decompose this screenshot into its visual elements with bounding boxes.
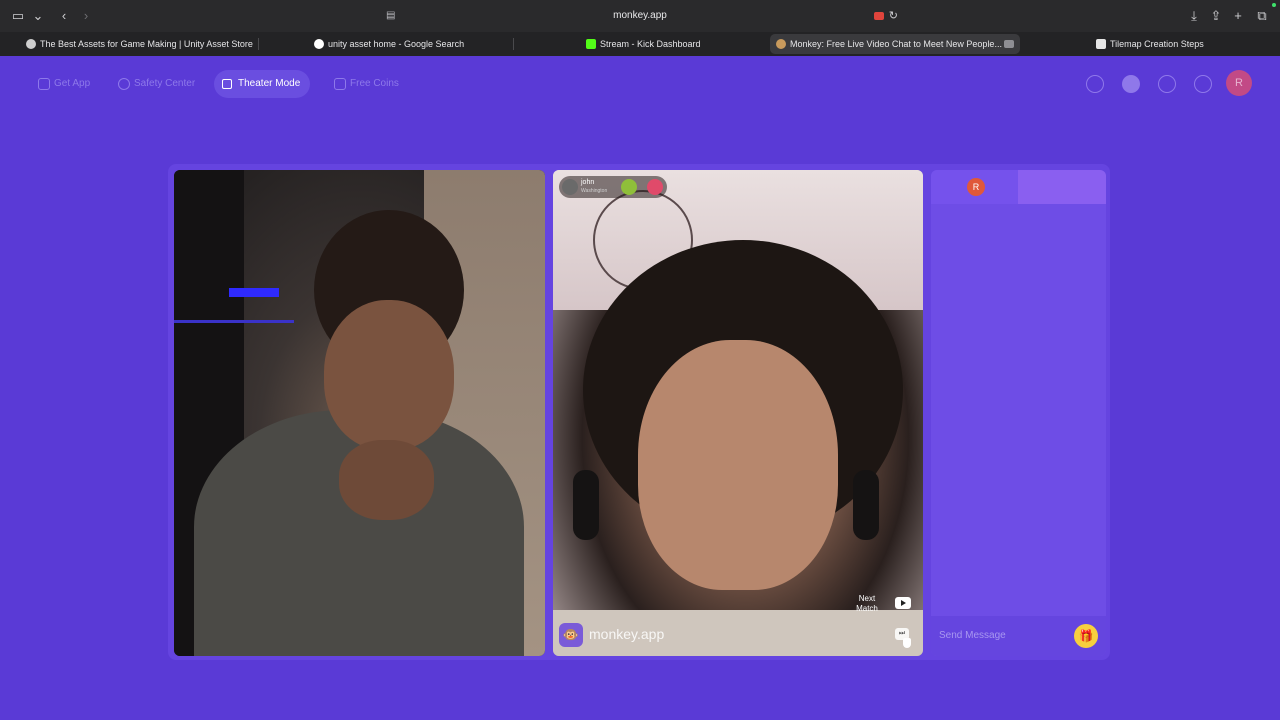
nav-label: Get App [54, 78, 91, 89]
history-icon[interactable] [1158, 75, 1176, 93]
page-icon: ▤ [386, 10, 396, 21]
youtube-icon[interactable] [895, 597, 911, 609]
send-message-input[interactable]: Send Message [939, 630, 1006, 641]
nav-label: Theater Mode [238, 78, 301, 89]
led-strip [174, 320, 294, 323]
nav-free-coins[interactable]: Free Coins [326, 70, 409, 98]
tab-monkey[interactable]: Monkey: Free Live Video Chat to Meet New… [770, 34, 1020, 54]
new-tab-icon[interactable]: + [1230, 8, 1246, 24]
person-face [324, 300, 454, 450]
nav-safety-center[interactable]: Safety Center [110, 70, 205, 98]
coins-icon [334, 78, 346, 90]
partner-face [638, 340, 838, 590]
gift-icon[interactable]: 🎁 [1074, 624, 1098, 648]
tab-kick-dashboard[interactable]: Stream - Kick Dashboard [580, 34, 760, 54]
tab-separator [258, 38, 259, 50]
partner-video: john Washington 🐵 monkey.app Next Match … [553, 170, 923, 656]
nav-label: Free Coins [350, 78, 399, 89]
partner-location: Washington [581, 188, 608, 194]
headphone-left [573, 470, 599, 540]
kick-favicon-icon [586, 39, 596, 49]
download-icon[interactable]: ⤓ [1186, 8, 1202, 24]
tab-label: Tilemap Creation Steps [1110, 39, 1204, 49]
browser-toolbar: ▭ ⌄ ‹ › ▤ monkey.app ↻ ⤓ ⇪ + ⧉ [0, 0, 1280, 32]
chatgpt-favicon-icon [1096, 39, 1106, 49]
expand-icon [222, 79, 232, 89]
tab-overview-icon[interactable]: ⧉ [1254, 8, 1270, 24]
tab-bar: The Best Assets for Game Making | Unity … [0, 32, 1280, 56]
shield-icon [118, 78, 130, 90]
self-avatar: R [967, 178, 985, 196]
tab-label: The Best Assets for Game Making | Unity … [40, 39, 253, 49]
brand-text: monkey.app [589, 626, 665, 642]
partner-user-chip[interactable]: john Washington [559, 176, 667, 198]
cursor-hand-icon [903, 638, 911, 648]
nav-label: Safety Center [134, 78, 196, 89]
chevron-down-icon[interactable]: ⌄ [30, 8, 46, 24]
chat-tabs: R [931, 170, 1106, 204]
tab-separator [513, 38, 514, 50]
tab-unity-asset-store[interactable]: The Best Assets for Game Making | Unity … [20, 34, 270, 54]
tab-label: unity asset home - Google Search [328, 39, 465, 49]
messages-icon[interactable] [1194, 75, 1212, 93]
sidebar-toggle-icon[interactable]: ▭ [10, 8, 26, 24]
monkey-favicon-icon [776, 39, 786, 49]
url-text: monkey.app [613, 10, 667, 21]
monkey-page: Get App Safety Center Theater Mode Free … [0, 56, 1280, 720]
headphone-right [853, 470, 879, 540]
partner-avatar [562, 179, 578, 195]
chat-panel: R Send Message 🎁 [931, 170, 1106, 656]
reload-icon[interactable]: ↻ [889, 5, 898, 27]
self-video [174, 170, 545, 656]
person-hand [339, 440, 434, 520]
unity-favicon-icon [26, 39, 36, 49]
nav-get-app[interactable]: Get App [30, 70, 100, 98]
gift-badge-icon[interactable] [647, 179, 663, 195]
monkey-logo-icon: 🐵 [559, 623, 583, 647]
search-icon[interactable] [1086, 75, 1104, 93]
heart-badge-icon[interactable] [621, 179, 637, 195]
phone-icon [38, 78, 50, 90]
profile-avatar[interactable]: R [1226, 70, 1252, 96]
recording-indicator-icon [1272, 3, 1276, 7]
tab-google-search[interactable]: unity asset home - Google Search [308, 34, 508, 54]
coin-balance-icon[interactable] [1122, 75, 1140, 93]
nav-theater-mode[interactable]: Theater Mode [214, 70, 311, 98]
tab-label: Stream - Kick Dashboard [600, 39, 701, 49]
partner-username: john [581, 179, 595, 186]
send-message-bar: Send Message 🎁 [931, 616, 1106, 656]
camera-tab-icon[interactable] [1004, 40, 1014, 48]
chat-tab-partner[interactable] [1018, 170, 1106, 204]
led-light [229, 288, 279, 297]
back-icon[interactable]: ‹ [56, 8, 72, 24]
video-chat-stage: john Washington 🐵 monkey.app Next Match … [168, 164, 1110, 660]
forward-icon[interactable]: › [78, 8, 94, 24]
camera-in-use-icon[interactable] [874, 12, 884, 20]
tab-label: Monkey: Free Live Video Chat to Meet New… [790, 39, 1002, 49]
chat-tab-self[interactable]: R [931, 170, 1018, 204]
tab-tilemap[interactable]: Tilemap Creation Steps [1090, 34, 1270, 54]
next-match-label: Next Match [856, 594, 878, 613]
address-bar[interactable]: ▤ monkey.app ↻ [380, 5, 900, 27]
google-favicon-icon [314, 39, 324, 49]
share-icon[interactable]: ⇪ [1208, 8, 1224, 24]
